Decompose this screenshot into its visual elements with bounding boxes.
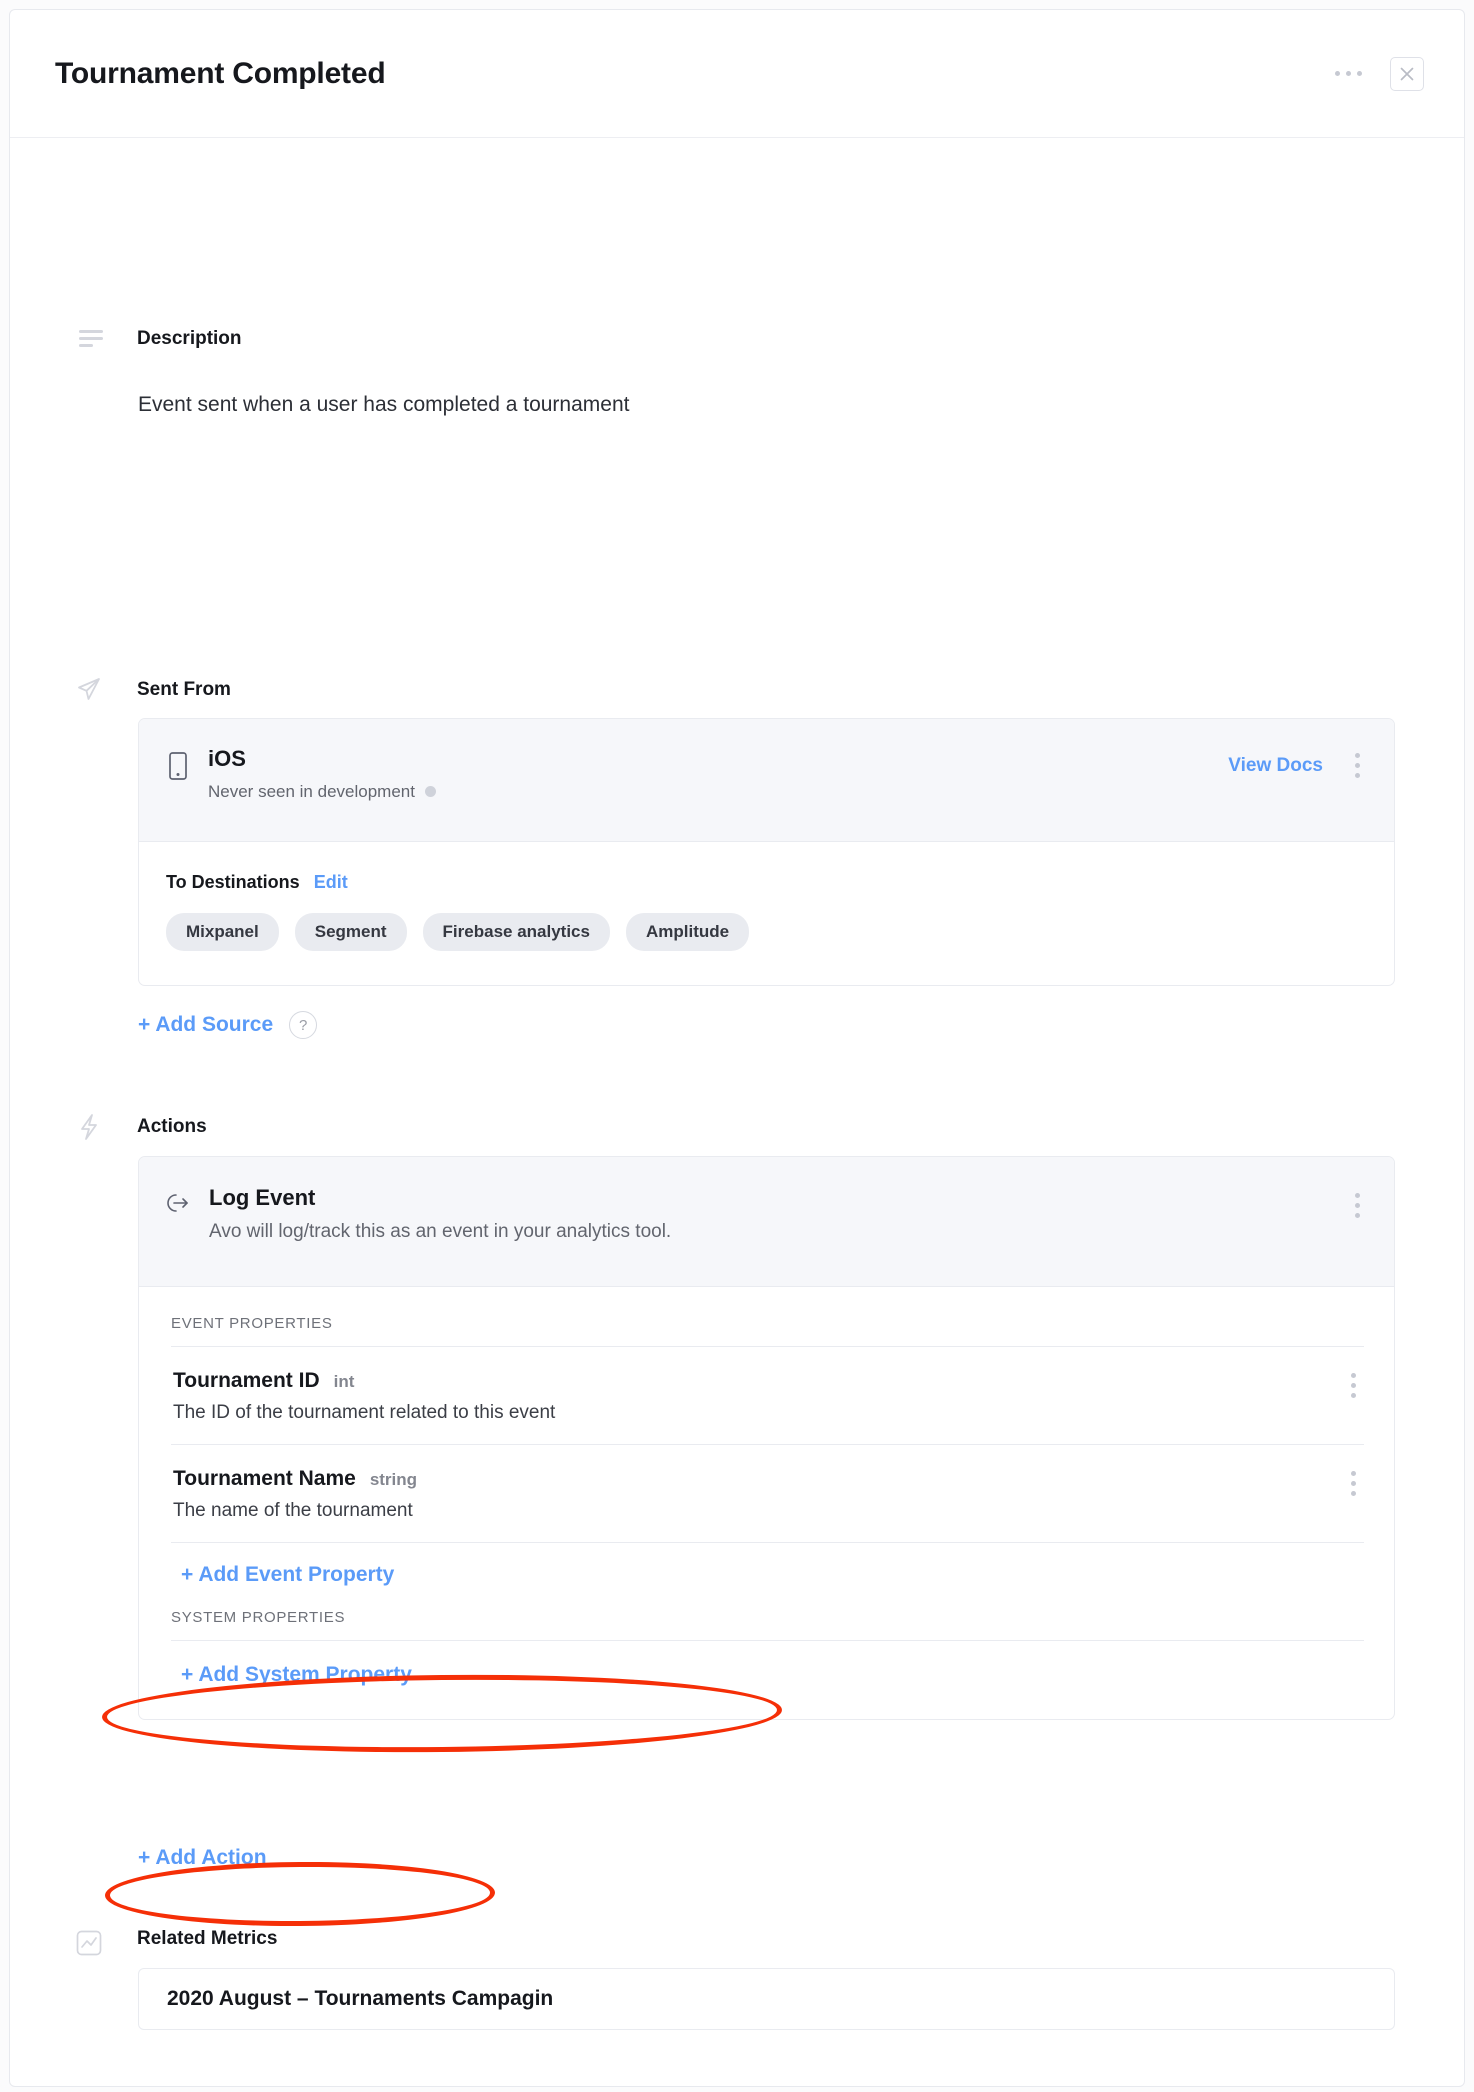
event-property-title-line: Tournament ID int — [173, 1369, 1345, 1393]
source-info: iOS Never seen in development — [208, 745, 436, 802]
add-event-property-wrap: + Add Event Property — [171, 1543, 1364, 1609]
action-card: Log Event Avo will log/track this as an … — [138, 1156, 1395, 1720]
event-property-title-line: Tournament Name string — [173, 1467, 1345, 1491]
source-header-actions: View Docs — [1228, 745, 1366, 782]
destination-chip[interactable]: Firebase analytics — [423, 913, 610, 951]
source-status-text: Never seen in development — [208, 782, 415, 802]
dot — [1335, 71, 1340, 76]
send-paper-plane-icon — [72, 672, 106, 706]
add-action-button[interactable]: + Add Action — [138, 1846, 267, 1869]
event-property-more-options-icon[interactable] — [1345, 1369, 1362, 1402]
dot — [1355, 753, 1360, 758]
event-property-main: Tournament Name string The name of the t… — [173, 1467, 1345, 1522]
mobile-device-icon — [166, 751, 190, 788]
event-property-more-options-icon[interactable] — [1345, 1467, 1362, 1500]
dot — [1351, 1481, 1356, 1486]
dot — [1351, 1373, 1356, 1378]
status-dot-icon — [425, 786, 436, 797]
destination-chip[interactable]: Mixpanel — [166, 913, 279, 951]
dot — [1351, 1471, 1356, 1476]
dot — [1351, 1383, 1356, 1388]
event-property-main: Tournament ID int The ID of the tourname… — [173, 1369, 1345, 1424]
related-metric-label: 2020 August – Tournaments Campagin — [167, 1987, 553, 2011]
description-lines-icon — [74, 321, 108, 355]
destination-chip[interactable]: Segment — [295, 913, 407, 951]
event-property-name: Tournament Name — [173, 1467, 356, 1491]
lightning-bolt-icon — [72, 1110, 106, 1144]
event-property-description: The name of the tournament — [173, 1500, 1345, 1522]
system-properties-caption: SYSTEM PROPERTIES — [171, 1609, 1364, 1640]
dot — [1355, 1193, 1360, 1198]
add-source-row: + Add Source ? — [138, 1011, 317, 1039]
action-card-header: Log Event Avo will log/track this as an … — [139, 1157, 1394, 1287]
dot — [1357, 71, 1362, 76]
event-property-type: int — [334, 1372, 355, 1392]
related-metric-item[interactable]: 2020 August – Tournaments Campagin — [138, 1968, 1395, 2030]
action-info: Log Event Avo will log/track this as an … — [209, 1185, 671, 1243]
annotation-ellipse-category — [105, 1861, 495, 1928]
add-event-property-button[interactable]: + Add Event Property — [171, 1543, 394, 1609]
action-header-actions — [1349, 1185, 1366, 1222]
event-property-description: The ID of the tournament related to this… — [173, 1402, 1345, 1424]
source-more-options-icon[interactable] — [1349, 749, 1366, 782]
destination-chips: Mixpanel Segment Firebase analytics Ampl… — [166, 913, 1367, 951]
action-name: Log Event — [209, 1185, 671, 1211]
log-event-arrow-icon — [165, 1191, 191, 1220]
add-source-button[interactable]: + Add Source — [138, 1013, 273, 1037]
section-title-description: Description — [137, 328, 242, 350]
close-icon — [1398, 65, 1416, 83]
dot — [1351, 1491, 1356, 1496]
dot — [1355, 763, 1360, 768]
event-property-name: Tournament ID — [173, 1369, 320, 1393]
destinations-label-row: To Destinations Edit — [166, 872, 1367, 893]
section-description: Description Event sent when a user has c… — [10, 138, 1464, 298]
view-docs-link[interactable]: View Docs — [1228, 755, 1323, 777]
destinations-edit-link[interactable]: Edit — [314, 872, 348, 893]
header-actions — [1333, 57, 1424, 91]
source-status: Never seen in development — [208, 782, 436, 802]
add-system-property-button[interactable]: + Add System Property — [171, 1641, 412, 1697]
help-icon[interactable]: ? — [289, 1011, 317, 1039]
event-properties-caption: EVENT PROPERTIES — [171, 1315, 1364, 1346]
action-more-options-icon[interactable] — [1349, 1189, 1366, 1222]
source-name: iOS — [208, 745, 436, 773]
panel-header: Tournament Completed — [10, 10, 1464, 138]
app-page: Tournament Completed — [0, 0, 1474, 2092]
action-description: Avo will log/track this as an event in y… — [209, 1221, 671, 1243]
destinations-label: To Destinations — [166, 872, 300, 893]
action-card-body: EVENT PROPERTIES Tournament ID int The I… — [139, 1287, 1394, 1719]
add-action-row: + Add Action — [138, 1846, 267, 1870]
page-title: Tournament Completed — [55, 57, 385, 91]
dot — [1351, 1393, 1356, 1398]
description-text[interactable]: Event sent when a user has completed a t… — [138, 393, 629, 417]
section-title-related-metrics: Related Metrics — [137, 1928, 277, 1950]
more-options-icon[interactable] — [1333, 65, 1364, 82]
source-card: iOS Never seen in development View Docs — [138, 718, 1395, 986]
event-detail-panel: Tournament Completed — [9, 9, 1465, 2087]
panel-body: Description Event sent when a user has c… — [10, 138, 1464, 298]
source-card-body: To Destinations Edit Mixpanel Segment Fi… — [139, 842, 1394, 985]
event-property-type: string — [370, 1470, 417, 1490]
dot — [1355, 1203, 1360, 1208]
section-title-sent-from: Sent From — [137, 679, 231, 701]
metrics-chart-icon — [72, 1926, 106, 1960]
dot — [1355, 773, 1360, 778]
source-card-header: iOS Never seen in development View Docs — [139, 719, 1394, 842]
event-property-row[interactable]: Tournament Name string The name of the t… — [171, 1445, 1364, 1542]
event-property-row[interactable]: Tournament ID int The ID of the tourname… — [171, 1347, 1364, 1444]
close-button[interactable] — [1390, 57, 1424, 91]
destination-chip[interactable]: Amplitude — [626, 913, 749, 951]
dot — [1346, 71, 1351, 76]
section-title-actions: Actions — [137, 1116, 207, 1138]
dot — [1355, 1213, 1360, 1218]
add-system-property-wrap: + Add System Property — [171, 1641, 1364, 1697]
